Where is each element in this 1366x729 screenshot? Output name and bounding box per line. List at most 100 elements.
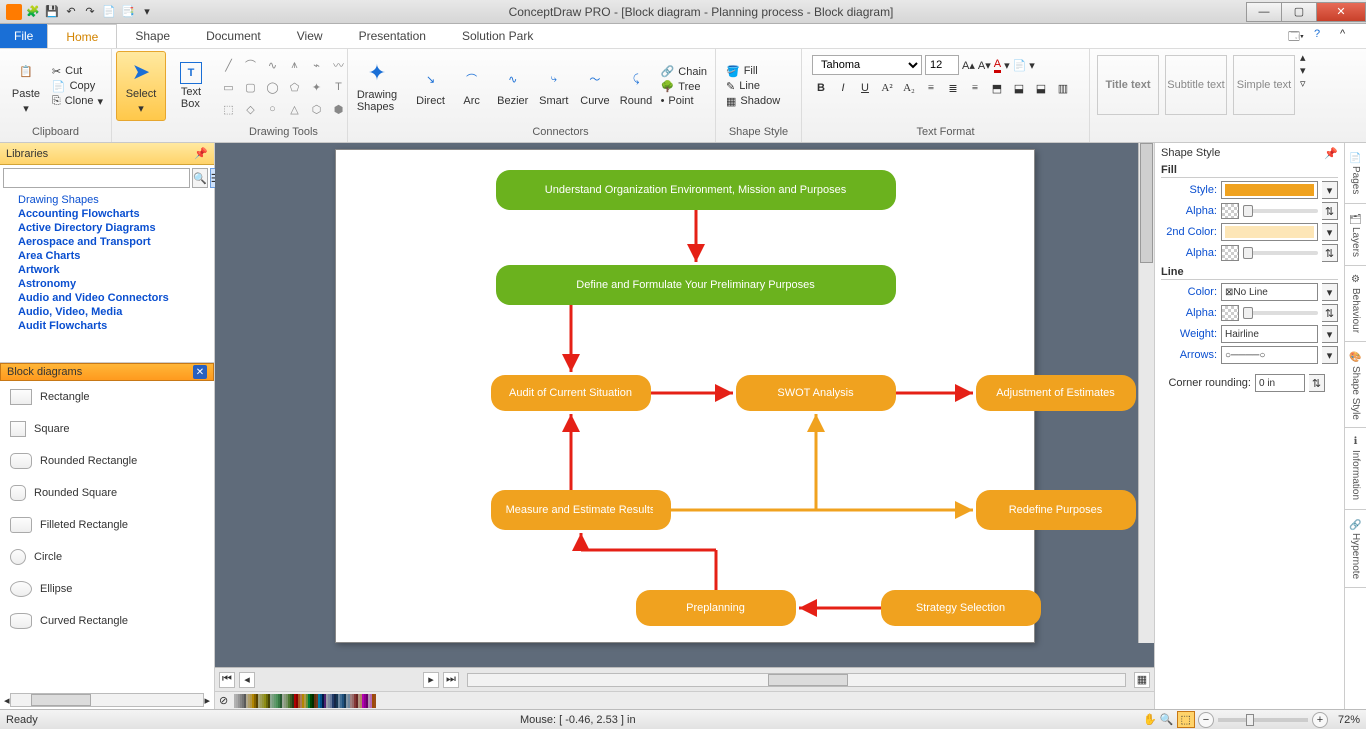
status-icon[interactable]: 🔍 [1160,713,1174,726]
left-hscroll[interactable]: ◂▸ [0,691,214,709]
connector-arc[interactable]: ⌒Arc [451,51,492,121]
vertical-scrollbar[interactable] [1138,143,1154,643]
font-size-input[interactable] [925,55,959,75]
tab-home[interactable]: Home [47,24,117,48]
tool-line-icon[interactable]: ╱ [219,55,239,75]
subscript-button[interactable]: A₂ [900,79,918,97]
add-page-icon[interactable]: ▦ [1134,672,1150,688]
diagram-block[interactable]: Strategy Selection [881,590,1041,626]
columns-icon[interactable]: ▥ [1054,79,1072,97]
font-family-select[interactable]: Tahoma [812,55,922,75]
shape-item[interactable]: Ellipse [0,573,214,605]
shape-item[interactable]: Filleted Rectangle [0,509,214,541]
status-icon[interactable]: ⬚ [1177,711,1195,728]
tool-spline-icon[interactable]: ⌁ [307,55,327,75]
tool-icon[interactable]: ⬢ [329,99,349,119]
zoom-slider[interactable] [1218,718,1308,722]
gallery-down-icon[interactable]: ▾ [1300,64,1306,77]
tree-node[interactable]: Active Directory Diagrams [0,221,214,235]
connector-round[interactable]: ⤹Round [615,51,656,121]
shape-item[interactable]: Square [0,413,214,445]
chain-button[interactable]: 🔗 Chain [661,65,707,78]
line-alpha-slider[interactable] [1243,311,1318,315]
tool-ellipse-icon[interactable]: ◯ [263,77,283,97]
zoom-in-button[interactable]: + [1312,712,1328,728]
select-button[interactable]: ➤ Select▾ [116,51,166,121]
shapes-category[interactable]: Block diagrams ✕ [0,363,214,381]
next-page-icon[interactable]: ▸ [423,672,439,688]
alpha-slider[interactable] [1243,209,1318,213]
tab-presentation[interactable]: Presentation [341,24,444,48]
line-button[interactable]: ✎ Line [726,80,780,93]
first-page-icon[interactable]: ⏮ [219,672,235,688]
tool-star-icon[interactable]: ✦ [307,77,327,97]
sidetab-hypernote[interactable]: 🔗 Hypernote [1345,510,1366,588]
tree-node[interactable]: Audit Flowcharts [0,319,214,333]
pin-icon[interactable]: 📌 [194,147,208,160]
diagram-block[interactable]: Audit of Current Situation [491,375,651,411]
search-icon[interactable]: 🔍 [192,168,208,188]
copy-button[interactable]: 📄 Copy [52,80,103,93]
textbox-button[interactable]: T Text Box [166,51,216,121]
library-search-input[interactable] [3,168,190,188]
zoom-out-button[interactable]: − [1198,712,1214,728]
prev-page-icon[interactable]: ◂ [239,672,255,688]
pin-icon[interactable]: 📌 [1324,147,1338,160]
collapse-ribbon-icon[interactable]: ^ [1340,28,1356,44]
qat-icon[interactable]: 🧩 [25,4,41,20]
sidetab-layers[interactable]: 🗂 Layers [1345,204,1366,267]
qat-icon[interactable]: 📑 [120,4,136,20]
status-icon[interactable]: ✋ [1143,713,1157,726]
diagram-block[interactable]: SWOT Analysis [736,375,896,411]
tool-polygon-icon[interactable]: ⬠ [285,77,305,97]
tree-node[interactable]: Audio and Video Connectors [0,291,214,305]
align-bottom-icon[interactable]: ⬓ [1032,79,1050,97]
dropdown-icon[interactable]: ▾ [1322,346,1338,364]
tool-icon[interactable]: ○ [263,99,283,119]
point-button[interactable]: • Point [661,95,707,107]
tool-text-icon[interactable]: T [329,77,349,97]
tree-node[interactable]: Drawing Shapes [0,193,214,207]
qat-save-icon[interactable]: 💾 [44,4,60,20]
align-left-icon[interactable]: ≡ [922,79,940,97]
font-color-icon[interactable]: A [994,58,1001,73]
grow-font-icon[interactable]: A▴ [962,59,975,72]
tree-button[interactable]: 🌳 Tree [661,80,707,93]
tool-icon[interactable]: ◇ [241,99,261,119]
qat-icon[interactable]: 📄 [101,4,117,20]
window-icon[interactable]: 🗔▾ [1288,28,1304,44]
style-title[interactable]: Title text [1097,55,1159,115]
alpha2-swatch[interactable] [1221,245,1239,261]
close-button[interactable]: ✕ [1316,2,1366,22]
superscript-button[interactable]: A² [878,79,896,97]
align-center-icon[interactable]: ≣ [944,79,962,97]
tool-freehand-icon[interactable]: 〰 [329,55,349,75]
tool-icon[interactable]: ⬚ [219,99,239,119]
cut-button[interactable]: ✂ Cut [52,65,103,78]
tool-icon[interactable]: ⬡ [307,99,327,119]
tree-node[interactable]: Aerospace and Transport [0,235,214,249]
horizontal-scrollbar[interactable] [467,673,1126,687]
tree-node[interactable]: Artwork [0,263,214,277]
align-right-icon[interactable]: ≡ [966,79,984,97]
tool-arc-icon[interactable]: ⌒ [241,55,261,75]
italic-button[interactable]: I [834,79,852,97]
dropdown-icon[interactable]: ▾ [1322,181,1338,199]
no-fill-icon[interactable]: ⊘ [219,694,233,707]
tree-node[interactable]: Audio, Video, Media [0,305,214,319]
highlight-icon[interactable]: 📄 [1013,59,1027,72]
connector-direct[interactable]: ↘Direct [410,51,451,121]
style-simple[interactable]: Simple text [1233,55,1295,115]
tool-rect-icon[interactable]: ▭ [219,77,239,97]
tree-node[interactable]: Accounting Flowcharts [0,207,214,221]
drawing-shapes-button[interactable]: ✦Drawing Shapes [352,51,402,121]
diagram-block[interactable]: Understand Organization Environment, Mis… [496,170,896,210]
tool-polyline-icon[interactable]: ⩚ [285,55,305,75]
dropdown-icon[interactable]: ▾ [1322,283,1338,301]
dropdown-icon[interactable]: ▾ [1322,325,1338,343]
line-color-dropdown[interactable]: ⊠ No Line [1221,283,1318,301]
minimize-button[interactable]: — [1246,2,1282,22]
diagram-block[interactable]: Redefine Purposes [976,490,1136,530]
alpha2-spin[interactable]: ⇅ [1322,244,1338,262]
shape-item[interactable]: Rectangle [0,381,214,413]
